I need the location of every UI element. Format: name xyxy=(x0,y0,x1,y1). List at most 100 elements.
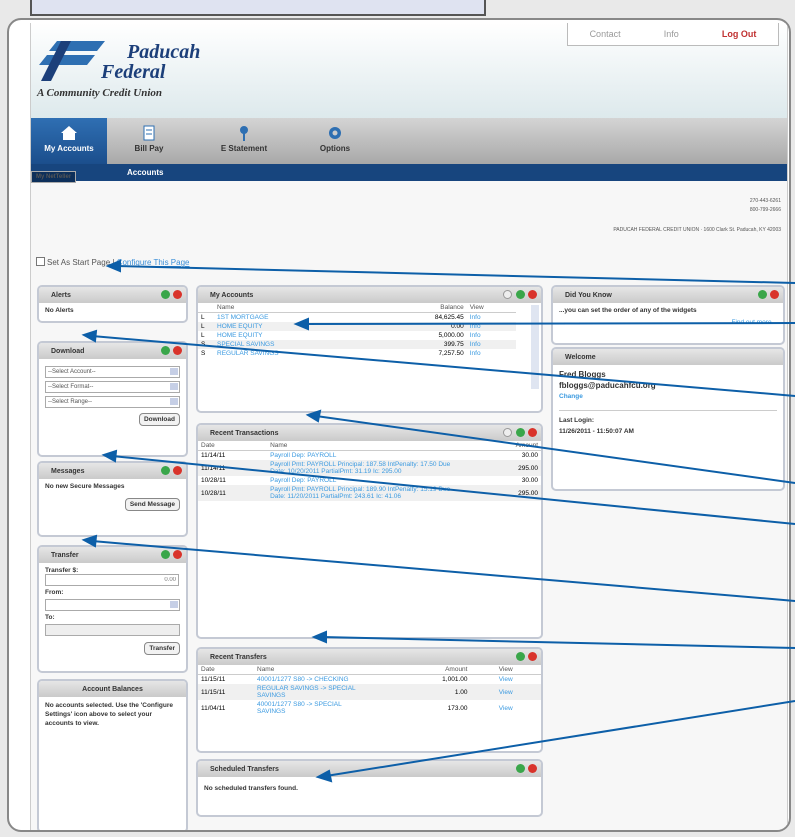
add-icon[interactable] xyxy=(516,652,525,661)
txn-name-link[interactable]: Payroll Dep: PAYROLL xyxy=(267,451,459,461)
transfer-name: REGULAR SAVINGS -> SPECIAL SAVINGS xyxy=(254,684,360,700)
info-link[interactable]: Info xyxy=(664,29,679,39)
change-link[interactable]: Change xyxy=(559,391,777,402)
transfer-amount: 1.00 xyxy=(360,684,471,700)
add-icon[interactable] xyxy=(516,428,525,437)
add-icon[interactable] xyxy=(161,290,170,299)
table-row: 11/15/11 REGULAR SAVINGS -> SPECIAL SAVI… xyxy=(198,684,541,700)
close-icon[interactable] xyxy=(173,346,182,355)
close-icon[interactable] xyxy=(173,466,182,475)
nav-e-statement[interactable]: E Statement xyxy=(199,118,289,164)
download-button[interactable]: Download xyxy=(138,413,180,426)
messages-text: No new Secure Messages xyxy=(45,483,125,490)
browser-frame: Paducah Federal A Community Credit Union… xyxy=(7,18,791,832)
account-name-link[interactable]: HOME EQUITY xyxy=(214,331,381,340)
balances-body: No accounts selected. Use the 'Configure… xyxy=(45,702,173,727)
close-icon[interactable] xyxy=(528,290,537,299)
widget-header: Transfer xyxy=(39,547,186,563)
messages-widget: Messages No new Secure Messages Send Mes… xyxy=(37,461,188,537)
close-icon[interactable] xyxy=(173,290,182,299)
transfer-date: 11/15/11 xyxy=(198,684,254,700)
table-header-row: Date Name Amount xyxy=(198,441,541,451)
transfer-button[interactable]: Transfer xyxy=(144,642,180,655)
start-page-bar: Set As Start Page | Configure This Page xyxy=(36,257,190,267)
col-name: Name xyxy=(254,665,360,675)
select-account-dropdown[interactable]: --Select Account-- xyxy=(45,366,180,378)
recent-transactions-widget: Recent Transactions Date Name Amount 11/… xyxy=(196,423,543,639)
add-icon[interactable] xyxy=(161,466,170,475)
select-format-dropdown[interactable]: --Select Format-- xyxy=(45,381,180,393)
info-link[interactable]: Info xyxy=(466,322,516,331)
view-link[interactable]: View xyxy=(470,675,541,685)
widget-header: Did You Know xyxy=(553,287,783,303)
chevron-down-icon xyxy=(170,398,178,405)
col-amount: Amount xyxy=(360,665,471,675)
nav-my-accounts[interactable]: My Accounts xyxy=(31,118,107,164)
account-name-link[interactable]: SPECIAL SAVINGS xyxy=(214,340,381,349)
table-row: 10/28/11 Payroll Dep: PAYROLL 30.00 xyxy=(198,476,541,485)
table-row: 11/15/11 40001/1277 S80 -> CHECKING 1,00… xyxy=(198,675,541,685)
send-message-button[interactable]: Send Message xyxy=(124,498,180,511)
info-link[interactable]: Info xyxy=(467,313,516,323)
col-date: Date xyxy=(198,441,268,451)
info-link[interactable]: Info xyxy=(467,331,516,340)
widget-title: Messages xyxy=(51,468,85,475)
txn-date: 10/28/11 xyxy=(198,485,268,501)
add-icon[interactable] xyxy=(161,550,170,559)
view-link[interactable]: View xyxy=(470,700,541,716)
page-container: Paducah Federal A Community Credit Union… xyxy=(30,23,788,830)
add-icon[interactable] xyxy=(516,290,525,299)
add-icon[interactable] xyxy=(161,346,170,355)
configure-page-link[interactable]: Configure This Page xyxy=(117,258,190,267)
transfer-amount-input[interactable] xyxy=(45,574,179,586)
find-out-more-link[interactable]: Find out more... xyxy=(559,319,777,326)
scheduled-transfers-widget: Scheduled Transfers No scheduled transfe… xyxy=(196,759,543,817)
gear-icon xyxy=(329,127,341,139)
table-header-row: Name Balance View xyxy=(198,303,516,313)
close-icon[interactable] xyxy=(528,428,537,437)
phone-2: 800-799-2666 xyxy=(749,207,781,213)
subnav-accounts[interactable]: Accounts xyxy=(127,168,163,177)
widget-title: Did You Know xyxy=(565,292,612,299)
close-icon[interactable] xyxy=(528,764,537,773)
chevron-down-icon xyxy=(170,368,178,375)
add-icon[interactable] xyxy=(516,764,525,773)
close-icon[interactable] xyxy=(528,652,537,661)
nav-label: Bill Pay xyxy=(134,144,164,153)
txn-amount: 30.00 xyxy=(521,477,538,484)
col-date: Date xyxy=(198,665,254,675)
configure-icon[interactable] xyxy=(503,290,512,299)
close-icon[interactable] xyxy=(173,550,182,559)
account-balances-widget: Account Balances No accounts selected. U… xyxy=(37,679,188,830)
logo-text-federal: Federal xyxy=(101,61,166,83)
txn-name-link[interactable]: Payroll Pmt: PAYROLL Principal: 189.90 I… xyxy=(267,485,460,501)
logout-link[interactable]: Log Out xyxy=(722,29,757,39)
paducah-logo[interactable]: Paducah Federal A Community Credit Union xyxy=(37,35,227,105)
configure-icon[interactable] xyxy=(503,428,512,437)
info-link[interactable]: Info xyxy=(466,340,516,349)
account-name-link[interactable]: 1ST MORTGAGE xyxy=(214,313,381,323)
contact-link[interactable]: Contact xyxy=(590,29,621,39)
accounts-scrollbar[interactable] xyxy=(531,305,539,389)
to-account-dropdown[interactable] xyxy=(45,624,180,636)
add-icon[interactable] xyxy=(758,290,767,299)
info-link[interactable]: Info xyxy=(467,349,516,358)
logo-mark-icon xyxy=(39,41,105,81)
nav-label: My Accounts xyxy=(44,144,94,153)
view-link[interactable]: View xyxy=(470,684,541,700)
account-name-link[interactable]: REGULAR SAVINGS xyxy=(214,349,381,358)
start-page-checkbox[interactable] xyxy=(36,257,45,266)
txn-name-link[interactable]: Payroll Pmt: PAYROLL Principal: 187.58 I… xyxy=(267,460,460,476)
subnav-my-netteller[interactable]: My NetTeller xyxy=(31,171,77,183)
widget-title: Welcome xyxy=(565,354,596,361)
transfer-amount: 1,001.00 xyxy=(442,676,468,683)
nav-options[interactable]: Options xyxy=(297,118,373,164)
widget-title: Transfer xyxy=(51,552,79,559)
select-range-dropdown[interactable]: --Select Range-- xyxy=(45,396,180,408)
nav-bill-pay[interactable]: Bill Pay xyxy=(111,118,187,164)
txn-name-link[interactable]: Payroll Dep: PAYROLL xyxy=(267,476,459,485)
from-account-dropdown[interactable] xyxy=(45,599,180,611)
close-icon[interactable] xyxy=(770,290,779,299)
account-name-link[interactable]: HOME EQUITY xyxy=(214,322,381,331)
table-row: S SPECIAL SAVINGS 399.75 Info xyxy=(198,340,516,349)
